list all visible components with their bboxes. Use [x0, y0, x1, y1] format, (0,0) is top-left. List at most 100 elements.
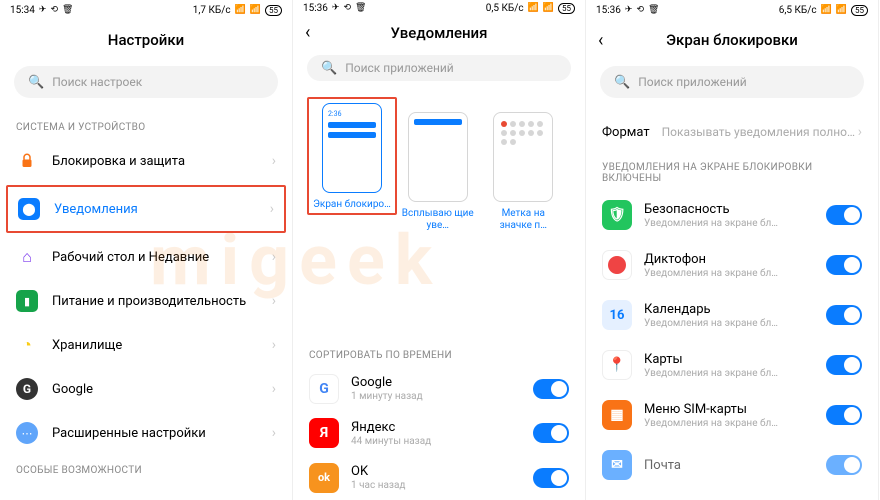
- toggle-switch[interactable]: [826, 355, 862, 375]
- header: ‹ Уведомления: [293, 16, 585, 49]
- app-name: Почта: [644, 458, 826, 473]
- sort-label[interactable]: СОРТИРОВАТЬ ПО ВРЕМЕНИ: [293, 340, 585, 367]
- search-icon: 🔍: [28, 75, 44, 90]
- settings-row-storage[interactable]: ◔ Хранилище ›: [0, 323, 292, 367]
- back-button[interactable]: ‹: [598, 30, 603, 51]
- section-label: ОСОБЫЕ ВОЗМОЖНОСТИ: [0, 455, 292, 482]
- settings-row-notifications[interactable]: ⬤ Уведомления ›: [8, 187, 284, 231]
- chevron-right-icon: ›: [270, 201, 274, 217]
- screen-lockscreen: 15:36 ✈ ⟲ 🗑 6,5 КБ/с 📶 📶 55 ‹ Экран блок…: [586, 0, 879, 500]
- status-time: 15:36: [596, 5, 621, 16]
- screen-notifications: 15:36 ✈ ⟲ 🗑 0,5 КБ/с 📶 📶 55 ‹ Уведомлени…: [293, 0, 586, 500]
- dots-icon: ⋯: [16, 422, 38, 444]
- toggle-switch[interactable]: [826, 205, 862, 225]
- signal-icon: 📶: [235, 5, 246, 15]
- search-input[interactable]: 🔍 Поиск настроек: [14, 66, 278, 98]
- pie-icon: ◔: [16, 334, 38, 356]
- plane-icon: ✈: [39, 5, 47, 15]
- toggle-switch[interactable]: [826, 455, 862, 475]
- app-name: Диктофон: [644, 252, 826, 267]
- tile-label: Всплываю щие уве…: [399, 208, 477, 232]
- search-icon: 🔍: [614, 75, 630, 90]
- app-subtitle: 1 минуту назад: [351, 391, 533, 402]
- battery-icon: 55: [558, 3, 575, 14]
- back-button[interactable]: ‹: [305, 22, 310, 43]
- app-name: Карты: [644, 352, 826, 367]
- recorder-icon: [608, 256, 626, 274]
- google-icon: G: [16, 378, 38, 400]
- settings-row-lock[interactable]: Блокировка и защита ›: [0, 139, 292, 183]
- settings-row-advanced[interactable]: ⋯ Расширенные настройки ›: [0, 411, 292, 455]
- app-row-google[interactable]: G Google 1 минуту назад: [293, 367, 585, 411]
- row-label: Блокировка и защита: [52, 154, 272, 169]
- toggle-switch[interactable]: [533, 423, 569, 443]
- sync-icon: ⟲: [343, 3, 351, 13]
- screen-settings: 15:34 ✈ ⟲ 🗑 1,7 КБ/с 📶 📶 55 Настройки 🔍 …: [0, 0, 293, 500]
- lock-icon: [18, 152, 36, 170]
- search-input[interactable]: 🔍 Поиск приложений: [600, 66, 864, 98]
- app-row-yandex[interactable]: Я Яндекс 44 минуты назад: [293, 411, 585, 455]
- search-input[interactable]: 🔍 Поиск приложений: [307, 55, 571, 81]
- chevron-right-icon: ›: [272, 249, 276, 265]
- wifi-icon: 📶: [836, 5, 847, 15]
- section-label: УВЕДОМЛЕНИЯ НА ЭКРАНЕ БЛОКИРОВКИ ВКЛЮЧЕН…: [586, 152, 878, 190]
- page-title: Экран блокировки: [666, 31, 798, 49]
- plane-icon: ✈: [625, 5, 633, 15]
- chevron-right-icon: ›: [272, 153, 276, 169]
- app-subtitle: 44 минуты назад: [351, 436, 533, 447]
- app-row-security[interactable]: 🛡 Безопасность Уведомления на экране бл…: [586, 190, 878, 240]
- toggle-switch[interactable]: [826, 255, 862, 275]
- google-icon: G: [309, 374, 339, 404]
- status-speed: 0,5 КБ/с: [486, 3, 524, 14]
- highlight-notifications: ⬤ Уведомления ›: [6, 185, 286, 233]
- sync-icon: ⟲: [50, 5, 58, 15]
- toggle-switch[interactable]: [826, 405, 862, 425]
- tile-label: Экран блокиро…: [313, 199, 391, 211]
- search-placeholder: Поиск приложений: [345, 61, 454, 75]
- section-label: СИСТЕМА И УСТРОЙСТВО: [0, 112, 292, 139]
- toggle-switch[interactable]: [826, 305, 862, 325]
- row-label: Расширенные настройки: [52, 426, 272, 441]
- app-row-maps[interactable]: 📍 Карты Уведомления на экране бл…: [586, 340, 878, 390]
- app-row-mail[interactable]: ✉ Почта: [586, 440, 878, 490]
- app-subtitle: 1 час назад: [351, 480, 533, 491]
- tile-clock: 2:36: [328, 110, 376, 118]
- status-bar: 15:36 ✈ ⟲ 🗑 6,5 КБ/с 📶 📶 55: [586, 0, 878, 20]
- status-time: 15:36: [303, 3, 328, 14]
- status-bar: 15:36 ✈ ⟲ 🗑 0,5 КБ/с 📶 📶 55: [293, 0, 585, 16]
- header: ‹ Экран блокировки: [586, 20, 878, 60]
- tile-popup[interactable]: Всплываю щие уве…: [399, 112, 477, 232]
- bell-icon: ⬤: [22, 202, 35, 216]
- wifi-icon: 📶: [250, 5, 261, 15]
- battery-icon: ▮: [16, 290, 38, 312]
- settings-row-home[interactable]: ⌂ Рабочий стол и Недавние ›: [0, 235, 292, 279]
- toggle-switch[interactable]: [533, 468, 569, 488]
- app-subtitle: Уведомления на экране бл…: [644, 368, 826, 379]
- format-value: Показывать уведомления полностью: [662, 125, 858, 139]
- mail-icon: ✉: [602, 450, 632, 480]
- highlight-tile: 2:36 Экран блокиро…: [307, 97, 397, 215]
- settings-row-power[interactable]: ▮ Питание и производительность ›: [0, 279, 292, 323]
- app-name: Календарь: [644, 302, 826, 317]
- app-row-ok[interactable]: ok OK 1 час назад: [293, 456, 585, 500]
- chevron-right-icon: ›: [272, 381, 276, 397]
- tile-lock-screen[interactable]: 2:36 Экран блокиро…: [311, 103, 393, 211]
- tile-badge[interactable]: Метка на значке п…: [485, 112, 563, 232]
- app-row-calendar[interactable]: 16 Календарь Уведомления на экране бл…: [586, 290, 878, 340]
- yandex-icon: Я: [309, 418, 339, 448]
- chevron-right-icon: ›: [272, 337, 276, 353]
- search-placeholder: Поиск приложений: [638, 75, 747, 89]
- app-subtitle: Уведомления на экране бл…: [644, 268, 826, 279]
- app-subtitle: Уведомления на экране бл…: [644, 218, 826, 229]
- settings-row-google[interactable]: G Google ›: [0, 367, 292, 411]
- toggle-switch[interactable]: [533, 379, 569, 399]
- status-bar: 15:34 ✈ ⟲ 🗑 1,7 КБ/с 📶 📶 55: [0, 0, 292, 20]
- app-name: Яндекс: [351, 420, 533, 435]
- app-row-recorder[interactable]: Диктофон Уведомления на экране бл…: [586, 240, 878, 290]
- page-title: Уведомления: [391, 24, 488, 42]
- status-speed: 6,5 КБ/с: [779, 5, 817, 16]
- format-row[interactable]: Формат Показывать уведомления полностью …: [586, 112, 878, 152]
- tile-label: Метка на значке п…: [485, 208, 563, 232]
- app-row-sim[interactable]: ▦ Меню SIM-карты Уведомления на экране б…: [586, 390, 878, 440]
- app-name: Безопасность: [644, 202, 826, 217]
